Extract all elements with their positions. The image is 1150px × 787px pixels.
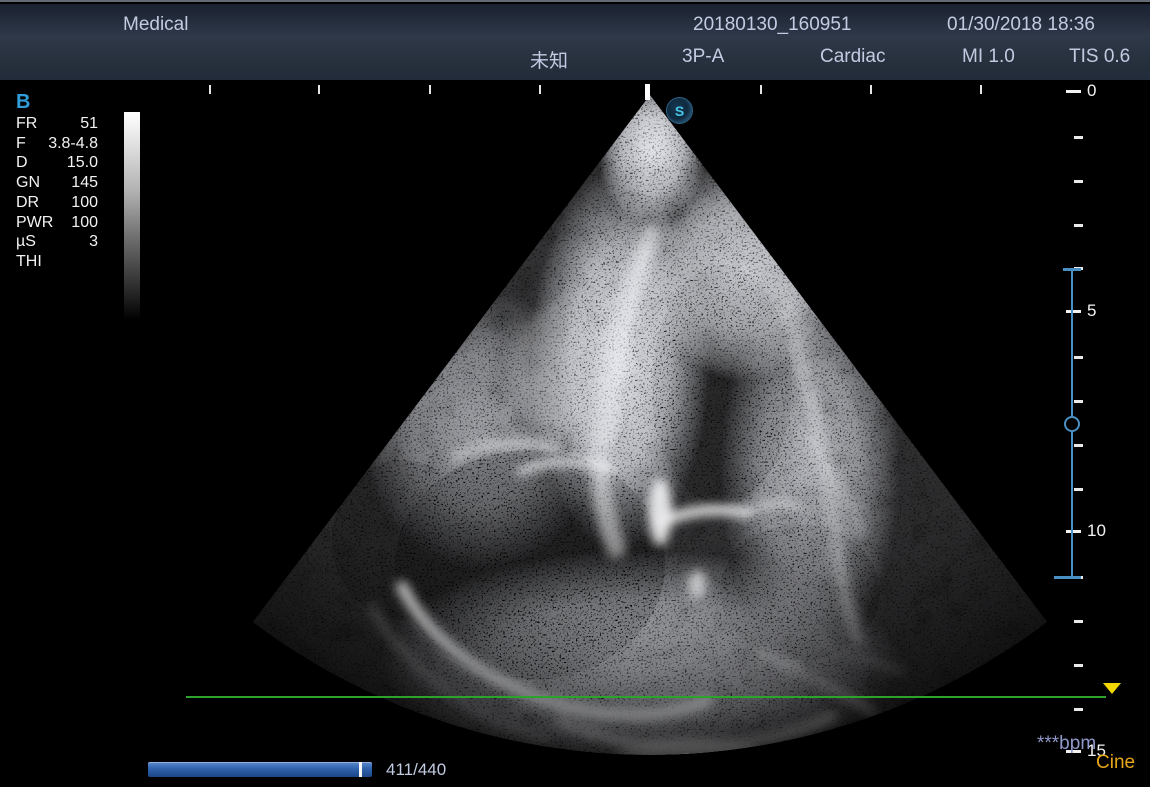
param-value: 100 [71,214,98,232]
ultrasound-screen: Medical 20180130_160951 01/30/2018 18:36… [0,0,1150,787]
param-label: THI [16,253,42,271]
cine-mode-label: Cine [1096,752,1135,774]
heart-rate-value: ***bpm [1037,733,1096,755]
width-ruler-tick [760,85,762,94]
param-value: 51 [80,115,98,133]
param-row: DR 100 [16,194,98,212]
depth-ruler-minor-tick [1074,708,1083,711]
depth-ruler-label: 0 [1087,81,1096,101]
depth-ruler-major-tick [1066,310,1081,313]
cine-progress-bar[interactable] [148,762,372,777]
focus-top-cap [1063,268,1081,271]
param-value: 15.0 [67,154,98,172]
width-ruler-tick [209,85,211,94]
depth-ruler-minor-tick [1074,180,1083,183]
width-ruler [0,85,1150,95]
param-row: PWR 100 [16,214,98,232]
depth-ruler-minor-tick [1074,664,1083,667]
param-label: F [16,135,26,153]
param-value: 3.8-4.8 [48,135,98,153]
param-label: D [16,154,28,172]
width-ruler-tick [870,85,872,94]
apex-marker [645,84,650,100]
param-value: 3 [89,233,98,251]
cine-frame-counter: 411/440 [386,760,446,780]
width-ruler-tick [539,85,541,94]
mode-label: B [16,91,30,114]
brand-logo: S [666,97,693,124]
cine-progress-marker[interactable] [359,762,362,777]
depth-ruler-major-tick [1066,530,1081,533]
depth-ruler-minor-tick [1074,400,1083,403]
param-label: DR [16,194,39,212]
depth-ruler-minor-tick [1074,356,1083,359]
param-row: D 15.0 [16,154,98,172]
cine-position-triangle [1103,683,1121,694]
grayscale-bar [124,112,140,320]
focus-handle[interactable] [1064,416,1080,432]
focus-bottom-cap [1054,576,1081,579]
param-label: FR [16,115,37,133]
depth-ruler-minor-tick [1074,488,1083,491]
param-label: µS [16,233,36,251]
depth-ruler-minor-tick [1074,444,1083,447]
param-label: PWR [16,214,53,232]
param-row: FR 51 [16,115,98,133]
brand-logo-letter: S [675,104,684,118]
depth-ruler-major-tick [1066,90,1081,93]
param-value: 100 [71,194,98,212]
param-row: µS 3 [16,233,98,251]
param-row: F 3.8-4.8 [16,135,98,153]
depth-ruler-minor-tick [1074,620,1083,623]
width-ruler-tick [318,85,320,94]
param-row: THI [16,253,98,271]
width-ruler-tick [980,85,982,94]
echo-image [0,0,1150,787]
depth-ruler-minor-tick [1074,136,1083,139]
depth-ruler-label: 5 [1087,301,1096,321]
param-label: GN [16,174,40,192]
param-row: GN 145 [16,174,98,192]
width-ruler-tick [429,85,431,94]
depth-ruler-label: 10 [1087,521,1106,541]
ecg-baseline [186,696,1106,698]
param-value: 145 [71,174,98,192]
depth-ruler-minor-tick [1074,224,1083,227]
